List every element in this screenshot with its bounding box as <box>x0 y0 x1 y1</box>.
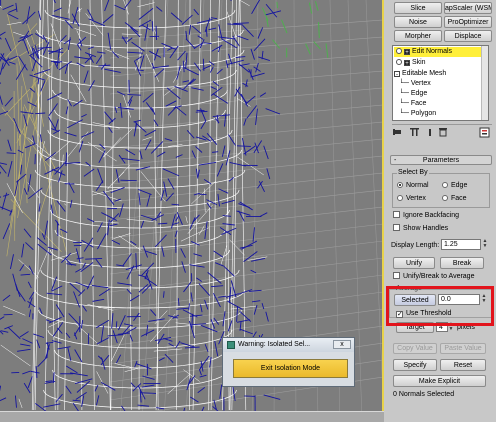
tree-line-icon: └─ <box>399 100 409 107</box>
stack-scrollbar[interactable] <box>481 46 488 120</box>
modifier-stack: + Edit Normals + Skin - Editable Mesh └─… <box>392 45 489 121</box>
exit-isolation-mode-button[interactable]: Exit Isolation Mode <box>233 359 348 378</box>
subitem-label: Vertex <box>411 80 431 87</box>
subitem-label: Face <box>411 100 427 107</box>
configure-modifier-sets-icon[interactable] <box>480 128 489 137</box>
stack-item-editable-mesh[interactable]: - Editable Mesh <box>394 69 446 79</box>
subitem-label: Polygon <box>411 110 436 117</box>
tree-line-icon: └─ <box>399 90 409 97</box>
radio-vertex[interactable]: Vertex <box>397 194 426 203</box>
lightbulb-icon[interactable] <box>396 48 402 54</box>
make-explicit-button[interactable]: Make Explicit <box>393 375 486 387</box>
modifier-button-slice[interactable]: Slice <box>394 2 442 14</box>
paste-value-button[interactable]: Paste Value <box>440 343 486 354</box>
parameters-rollout-header[interactable]: - Parameters <box>390 155 492 165</box>
tree-line-icon: └─ <box>399 110 409 117</box>
lightbulb-icon[interactable] <box>396 59 402 65</box>
break-button[interactable]: Break <box>440 257 484 269</box>
display-length-spinner[interactable]: ▲▼ <box>482 239 488 250</box>
app-icon <box>227 341 235 349</box>
checkbox-icon <box>393 211 400 218</box>
isolation-warning-dialog: Warning: Isolated Sel... x Exit Isolatio… <box>222 337 355 387</box>
radio-face[interactable]: Face <box>442 194 467 203</box>
checkbox-label: Unify/Break to Average <box>403 273 474 280</box>
modifier-button-apscaler[interactable]: apScaler (WSM <box>444 2 492 14</box>
checkbox-label: Ignore Backfacing <box>403 212 459 219</box>
stack-subitem-vertex[interactable]: └─ Vertex <box>399 79 431 89</box>
stack-item-label: Edit Normals <box>412 48 452 55</box>
expand-icon[interactable]: + <box>404 60 410 66</box>
stack-item-skin[interactable]: + Skin <box>394 58 426 68</box>
stack-item-label: Editable Mesh <box>402 70 446 77</box>
radio-icon <box>397 182 403 188</box>
dialog-titlebar[interactable]: Warning: Isolated Sel... x <box>223 338 354 352</box>
command-panel: Slice apScaler (WSM Noise ProOptimizer M… <box>384 0 496 421</box>
viewport-status-strip <box>0 411 384 422</box>
divider <box>392 124 492 125</box>
radio-label: Vertex <box>406 195 426 202</box>
stack-subitem-face[interactable]: └─ Face <box>399 99 426 109</box>
radio-normal[interactable]: Normal <box>397 181 429 190</box>
stack-toolbar <box>392 127 492 138</box>
pin-stack-icon[interactable] <box>393 129 401 135</box>
checkbox-label: Show Handles <box>403 225 448 232</box>
radio-edge[interactable]: Edge <box>442 181 467 190</box>
specify-button[interactable]: Specify <box>393 359 437 371</box>
checkbox-icon <box>393 272 400 279</box>
rollout-title: Parameters <box>423 157 459 164</box>
remove-modifier-icon[interactable] <box>439 128 447 136</box>
modifier-button-noise[interactable]: Noise <box>394 16 442 28</box>
ignore-backfacing-checkbox[interactable]: Ignore Backfacing <box>393 211 459 220</box>
radio-icon <box>397 195 403 201</box>
modifier-button-morpher[interactable]: Morpher <box>394 30 442 42</box>
collapse-icon[interactable]: - <box>394 71 400 77</box>
display-length-input[interactable]: 1.25 <box>441 239 481 250</box>
modifier-button-prooptimizer[interactable]: ProOptimizer <box>444 16 492 28</box>
show-end-result-icon[interactable] <box>410 128 419 136</box>
select-by-label: Select By <box>397 168 429 177</box>
display-length-label: Display Length: <box>391 241 439 250</box>
show-handles-checkbox[interactable]: Show Handles <box>393 224 448 233</box>
close-icon[interactable]: x <box>333 340 351 349</box>
expand-icon[interactable]: + <box>404 49 410 55</box>
unify-break-average-checkbox[interactable]: Unify/Break to Average <box>393 272 474 281</box>
radio-label: Edge <box>451 182 467 189</box>
highlight-box <box>386 286 494 326</box>
subitem-label: Edge <box>411 90 427 97</box>
radio-label: Normal <box>406 182 429 189</box>
modifier-button-displace[interactable]: Displace <box>444 30 492 42</box>
selection-status-text: 0 Normals Selected <box>393 390 454 399</box>
stack-item-edit-normals[interactable]: + Edit Normals <box>394 47 487 57</box>
unify-button[interactable]: Unify <box>393 257 435 269</box>
stack-subitem-polygon[interactable]: └─ Polygon <box>399 109 436 119</box>
stack-item-label: Skin <box>412 59 426 66</box>
dialog-title: Warning: Isolated Sel... <box>238 340 330 350</box>
tree-line-icon: └─ <box>399 80 409 87</box>
rollout-toggle: - <box>394 156 396 165</box>
checkbox-icon <box>393 224 400 231</box>
reset-button[interactable]: Reset <box>440 359 486 371</box>
make-unique-icon[interactable] <box>429 129 431 136</box>
copy-value-button[interactable]: Copy Value <box>393 343 437 354</box>
radio-label: Face <box>451 195 467 202</box>
stack-subitem-edge[interactable]: └─ Edge <box>399 89 427 99</box>
radio-icon <box>442 182 448 188</box>
radio-icon <box>442 195 448 201</box>
